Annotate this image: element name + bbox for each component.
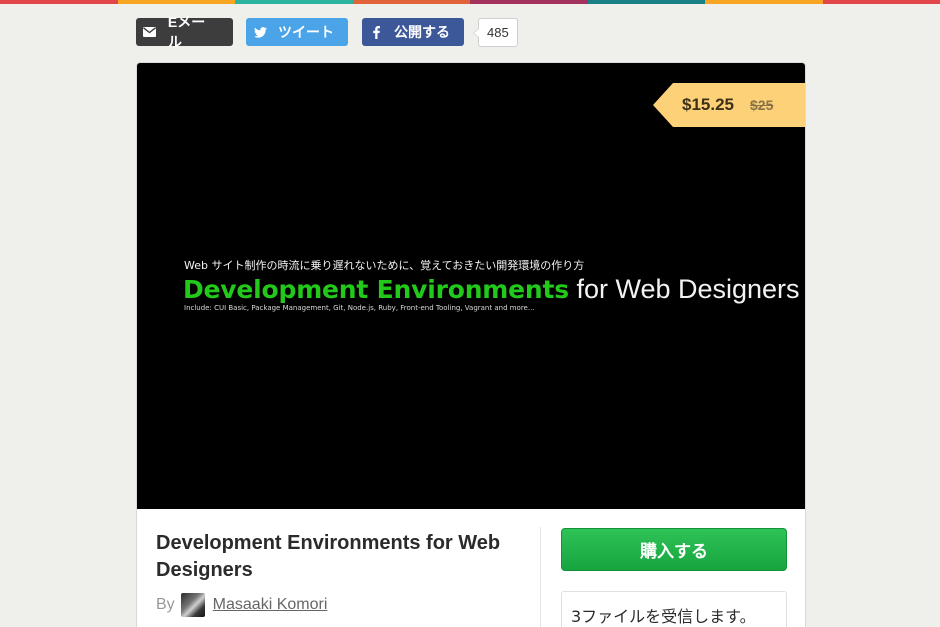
column-divider (540, 527, 541, 627)
email-share-label: Eメール (167, 14, 206, 50)
files-info-box: 3ファイルを受信します。 (561, 591, 787, 627)
tweet-label: ツイート (278, 24, 334, 40)
top-color-stripe (0, 0, 940, 4)
author-link[interactable]: Masaaki Komori (213, 596, 328, 614)
share-bar: Eメール ツイート 公開する 485 (136, 14, 518, 50)
stripe-segment (705, 0, 823, 4)
facebook-share-button[interactable]: 公開する (362, 18, 464, 46)
original-price: $25 (750, 97, 774, 113)
stripe-segment (235, 0, 353, 4)
stripe-segment (117, 0, 235, 4)
buy-button[interactable]: 購入する (561, 528, 787, 571)
current-price: $15.25 (682, 95, 734, 114)
product-title: Development Environments for Web Designe… (156, 532, 501, 581)
share-count-badge: 485 (473, 17, 518, 47)
stripe-segment (822, 0, 940, 4)
email-share-button[interactable]: Eメール (136, 14, 233, 50)
cover-title-rest: for Web Designers (568, 274, 800, 304)
by-label: By (156, 596, 175, 613)
stripe-segment (352, 0, 470, 4)
stripe-segment (587, 0, 705, 4)
stripe-segment (0, 0, 118, 4)
files-info-text: 3ファイルを受信します。 (571, 607, 756, 626)
twitter-bird-icon (246, 18, 274, 46)
price-tag: $15.25 $25 (653, 83, 805, 127)
cover-includes: Include: CUI Basic, Package Management, … (184, 304, 535, 312)
facebook-share-label: 公開する (394, 24, 450, 40)
facebook-icon (362, 18, 390, 46)
byline: By Masaaki Komori (156, 593, 327, 617)
stripe-segment (470, 0, 588, 4)
product-card: Web サイト制作の時流に乗り遅れないために、覚えておきたい開発環境の作り方 D… (136, 62, 806, 627)
author-avatar[interactable] (180, 593, 205, 617)
cover-title-highlight: Development Environments (183, 275, 569, 304)
cover-title: Development Environments for Web Designe… (183, 271, 800, 308)
product-info: Development Environments for Web Designe… (137, 509, 805, 627)
envelope-icon (136, 18, 164, 46)
tweet-button[interactable]: ツイート (246, 18, 348, 46)
product-cover-image[interactable]: Web サイト制作の時流に乗り遅れないために、覚えておきたい開発環境の作り方 D… (137, 63, 805, 509)
